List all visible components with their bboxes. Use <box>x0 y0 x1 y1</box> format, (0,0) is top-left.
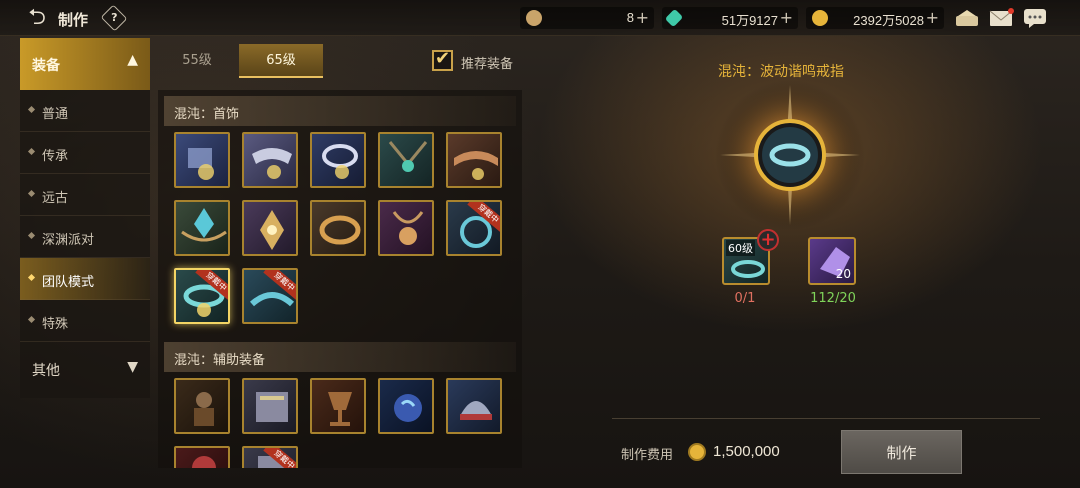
c-coin-icon <box>526 10 542 26</box>
material-level-tag: 60级 <box>726 240 755 256</box>
help-icon[interactable]: ? <box>100 4 128 32</box>
item-slot[interactable] <box>378 132 434 188</box>
add-material-icon[interactable]: + <box>757 229 779 251</box>
diamond-bullet-icon <box>27 273 36 282</box>
item-slot[interactable] <box>378 378 434 434</box>
item-slot[interactable]: 穿戴中 <box>446 200 502 256</box>
diamond-bullet-icon <box>27 189 36 198</box>
item-slot[interactable] <box>174 200 230 256</box>
item-slot[interactable] <box>378 200 434 256</box>
diamond-bullet-icon <box>27 231 36 240</box>
back-arrow-icon[interactable]: ⮌ <box>24 6 50 30</box>
gem-necklace-item-icon <box>181 208 227 242</box>
item-slot[interactable] <box>446 132 502 188</box>
gold-ring-item-icon <box>319 215 361 245</box>
cost-value: 1,500,000 <box>713 443 780 460</box>
nav-item-special[interactable]: 特殊 <box>20 300 150 342</box>
amulet-item-icon <box>392 211 424 245</box>
material-count: 0/1 <box>734 291 756 306</box>
item-slot[interactable] <box>310 378 366 434</box>
tab-level-55[interactable]: 55级 <box>155 44 239 78</box>
mail-icon[interactable] <box>988 7 1014 29</box>
diamond-bullet-icon <box>27 105 36 114</box>
gold-coin-icon <box>688 443 706 461</box>
item-slot[interactable] <box>242 132 298 188</box>
item-slot[interactable] <box>446 378 502 434</box>
diamond-bullet-icon <box>27 147 36 156</box>
material-count: 112/20 <box>810 291 856 306</box>
crystal-icon <box>664 8 684 28</box>
red-relic-item-icon <box>192 456 216 468</box>
material-stack: 20 <box>835 267 851 281</box>
diamond-bullet-icon <box>27 315 36 324</box>
resource-coin: 8 + <box>520 7 654 29</box>
bracelet-item-icon <box>252 148 292 179</box>
cost-label: 制作费用 <box>621 448 674 463</box>
figurine-item-icon <box>194 392 214 426</box>
chat-icon[interactable] <box>1022 7 1048 29</box>
item-slot[interactable]: 穿戴中 <box>242 446 298 468</box>
resource-gold: 2392万5028 + <box>806 7 944 29</box>
section-header: 混沌：辅助装备 <box>164 342 516 372</box>
orb-item-icon <box>394 394 422 422</box>
necklace-item-icon <box>188 148 214 180</box>
chevron-down-icon: ▼ <box>127 359 138 375</box>
craft-button[interactable]: 制作 <box>841 430 962 474</box>
checkmark-icon: ✔ <box>435 48 451 69</box>
item-grid-panel: 混沌：首饰 穿戴中 穿戴中 穿戴中 混沌：辅助装备 穿戴中 <box>158 90 522 468</box>
item-slot[interactable] <box>174 378 230 434</box>
material-slot-crystal[interactable]: 20 <box>808 237 856 285</box>
target-item-showcase <box>715 80 865 230</box>
target-item-name: 混沌：波动谐鸣戒指 <box>718 64 844 80</box>
item-slot[interactable] <box>174 132 230 188</box>
resource-crystal: 51万9127 + <box>662 7 798 29</box>
category-equipment[interactable]: 装备 ▲ <box>20 38 150 90</box>
recommend-label: 推荐装备 <box>461 57 514 72</box>
ring-item-icon <box>322 144 358 179</box>
add-coin-button[interactable]: + <box>636 8 649 27</box>
top-bar: ⮌ 制作 ? 8 + 51万9127 + 2392万5028 + <box>0 0 1080 36</box>
item-slot-selected[interactable]: 穿戴中 <box>174 268 230 324</box>
add-gold-button[interactable]: + <box>926 8 939 27</box>
item-slot[interactable] <box>310 200 366 256</box>
nav-item-abyss-party[interactable]: 深渊派对 <box>20 216 150 258</box>
add-crystal-button[interactable]: + <box>780 8 793 27</box>
nav-item-legacy[interactable]: 传承 <box>20 132 150 174</box>
goblet-item-icon <box>328 392 352 426</box>
page-title: 制作 <box>58 11 89 29</box>
item-slot[interactable] <box>242 200 298 256</box>
category-other[interactable]: 其他 ▼ <box>20 348 150 390</box>
chevron-up-icon: ▲ <box>127 52 138 68</box>
item-slot[interactable]: 穿戴中 <box>242 268 298 324</box>
charm-item-icon <box>260 210 284 250</box>
nav-item-ancient[interactable]: 远古 <box>20 174 150 216</box>
category-sidebar: 装备 ▲ 普通 传承 远古 深渊派对 团队模式 特殊 其他 ▼ <box>20 38 150 398</box>
item-slot[interactable] <box>242 378 298 434</box>
band-item-icon <box>454 151 498 180</box>
tab-level-65[interactable]: 65级 <box>239 44 323 78</box>
divider <box>612 418 1040 419</box>
gold-coin-icon <box>812 10 828 26</box>
recommend-checkbox[interactable]: ✔ <box>432 48 453 71</box>
item-slot[interactable] <box>310 132 366 188</box>
section-header: 混沌：首饰 <box>164 96 516 126</box>
item-slot[interactable] <box>174 446 230 468</box>
shop-icon[interactable] <box>954 7 980 29</box>
nav-item-team-mode[interactable]: 团队模式 <box>20 258 150 300</box>
nav-item-normal[interactable]: 普通 <box>20 90 150 132</box>
tome-item-icon <box>256 392 288 422</box>
pendant-item-icon <box>388 141 428 172</box>
helm-item-icon <box>460 401 492 420</box>
